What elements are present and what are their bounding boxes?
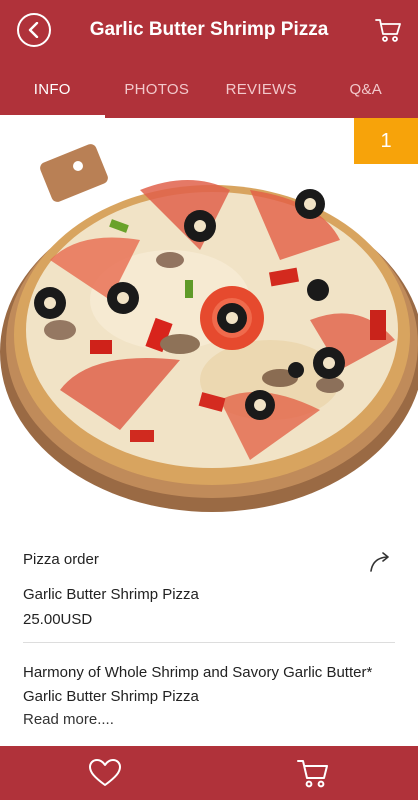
divider	[23, 642, 395, 643]
page-title: Garlic Butter Shrimp Pizza	[89, 19, 329, 40]
product-name: Garlic Butter Shrimp Pizza	[23, 586, 199, 603]
tab-qa[interactable]: Q&A	[314, 60, 418, 118]
tab-photos[interactable]: PHOTOS	[105, 60, 210, 118]
product-info: Pizza order Garlic Butter Shrimp Pizza 2…	[23, 548, 395, 731]
product-category: Pizza order	[23, 551, 99, 568]
cart-icon[interactable]	[374, 16, 402, 44]
cart-icon[interactable]	[296, 757, 330, 789]
back-arrow-icon	[28, 22, 39, 38]
cart-count-badge: 1	[354, 118, 418, 164]
tab-reviews[interactable]: REVIEWS	[209, 60, 314, 118]
read-more-link[interactable]: Read more....	[23, 709, 395, 731]
product-image	[0, 130, 418, 530]
product-price: 25.00USD	[23, 611, 93, 628]
heart-icon[interactable]	[88, 758, 122, 788]
tab-info[interactable]: INFO	[0, 60, 105, 118]
back-button[interactable]	[17, 13, 51, 47]
bottom-bar	[0, 746, 418, 800]
share-icon[interactable]	[369, 552, 395, 572]
top-app-bar: Garlic Butter Shrimp Pizza	[0, 0, 418, 60]
tab-bar: INFO PHOTOS REVIEWS Q&A	[0, 60, 418, 118]
product-description: Harmony of Whole Shrimp and Savory Garli…	[23, 664, 373, 705]
